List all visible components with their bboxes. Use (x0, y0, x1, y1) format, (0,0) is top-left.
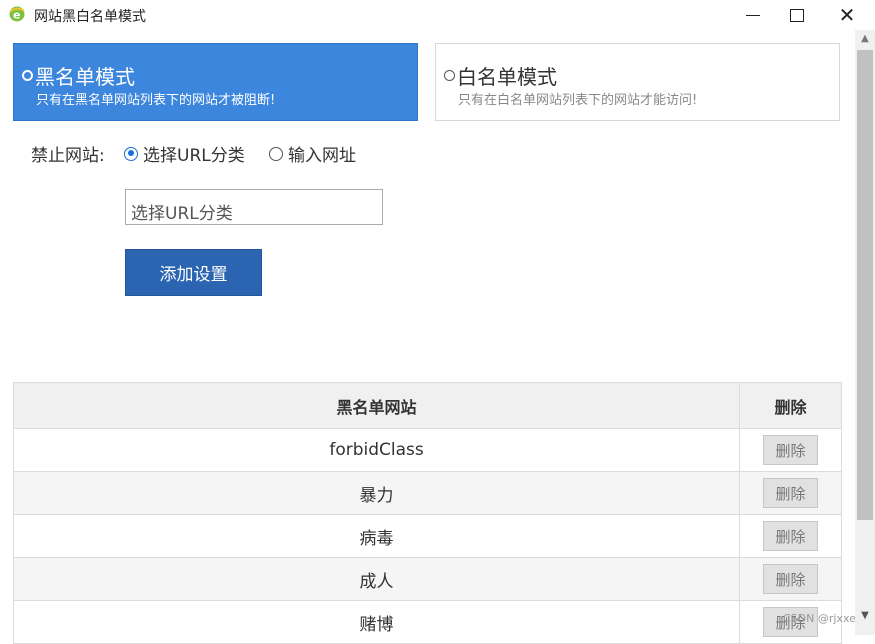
blacklist-mode-desc: 只有在黑名单网站列表下的网站才被阻断! (36, 93, 276, 108)
ie-logo-icon: e (9, 6, 25, 22)
site-cell: 暴力 (12, 471, 741, 515)
url-category-label: 选择URL分类 (143, 146, 245, 166)
site-cell: 病毒 (12, 514, 741, 558)
url-category-radio[interactable]: 选择URL分类 (124, 141, 245, 166)
title-bar: e 网站黑白名单模式 ✕ (0, 0, 875, 30)
close-icon: ✕ (838, 3, 856, 27)
delete-cell: 删除 (739, 471, 842, 515)
blacklist-table: 黑名单网站 删除 forbidClass 删除 暴力 删除 病毒 删除 成人 删… (12, 382, 842, 644)
watermark: CSDN @rjxxer (783, 612, 861, 625)
site-cell: 成人 (12, 557, 741, 601)
svg-text:e: e (13, 9, 20, 22)
delete-cell: 删除 (739, 514, 842, 558)
table-row: 病毒 删除 (12, 514, 842, 558)
delete-button[interactable]: 删除 (763, 478, 819, 508)
blacklist-mode-title-row: 黑名单模式 (22, 61, 135, 90)
radio-checked-icon (22, 70, 33, 81)
delete-button[interactable]: 删除 (763, 435, 819, 465)
delete-button[interactable]: 删除 (763, 521, 819, 551)
blacklist-mode-title: 黑名单模式 (35, 65, 135, 89)
whitelist-mode-title: 白名单模式 (457, 65, 557, 89)
add-settings-button[interactable]: 添加设置 (125, 249, 262, 296)
maximize-button[interactable] (774, 0, 820, 30)
vertical-scrollbar[interactable]: ▲ ▼ (855, 30, 875, 635)
table-row: 暴力 删除 (12, 471, 842, 515)
minimize-button[interactable] (730, 0, 776, 30)
table-row: forbidClass 删除 (12, 428, 842, 472)
whitelist-mode-card[interactable]: 白名单模式 只有在白名单网站列表下的网站才能访问! (435, 43, 840, 121)
whitelist-mode-title-row: 白名单模式 (444, 61, 557, 90)
radio-unchecked-icon (269, 146, 283, 161)
maximize-icon (790, 8, 804, 22)
table-header-row: 黑名单网站 删除 (12, 382, 842, 429)
delete-button[interactable]: 删除 (763, 564, 819, 594)
site-cell: forbidClass (12, 428, 741, 472)
radio-checked-icon (124, 146, 138, 161)
input-url-radio[interactable]: 输入网址 (269, 141, 356, 166)
delete-cell: 删除 (739, 557, 842, 601)
window-title: 网站黑白名单模式 (34, 9, 146, 25)
scroll-down-icon[interactable]: ▼ (855, 607, 875, 625)
header-delete: 删除 (739, 382, 842, 429)
header-site: 黑名单网站 (12, 382, 741, 429)
scroll-up-icon[interactable]: ▲ (855, 30, 875, 48)
radio-unchecked-icon (444, 70, 455, 81)
table-row: 赌博 删除 (12, 600, 842, 644)
site-cell: 赌博 (12, 600, 741, 644)
blacklist-mode-card[interactable]: 黑名单模式 只有在黑名单网站列表下的网站才被阻断! (13, 43, 418, 121)
minimize-icon (746, 14, 760, 16)
forbid-label: 禁止网站: (31, 146, 105, 166)
url-category-select[interactable]: 选择URL分类 (125, 189, 383, 225)
scrollbar-thumb[interactable] (857, 50, 873, 520)
input-url-label: 输入网址 (288, 146, 356, 166)
close-button[interactable]: ✕ (824, 0, 870, 30)
table-row: 成人 删除 (12, 557, 842, 601)
whitelist-mode-desc: 只有在白名单网站列表下的网站才能访问! (458, 93, 698, 108)
delete-cell: 删除 (739, 428, 842, 472)
